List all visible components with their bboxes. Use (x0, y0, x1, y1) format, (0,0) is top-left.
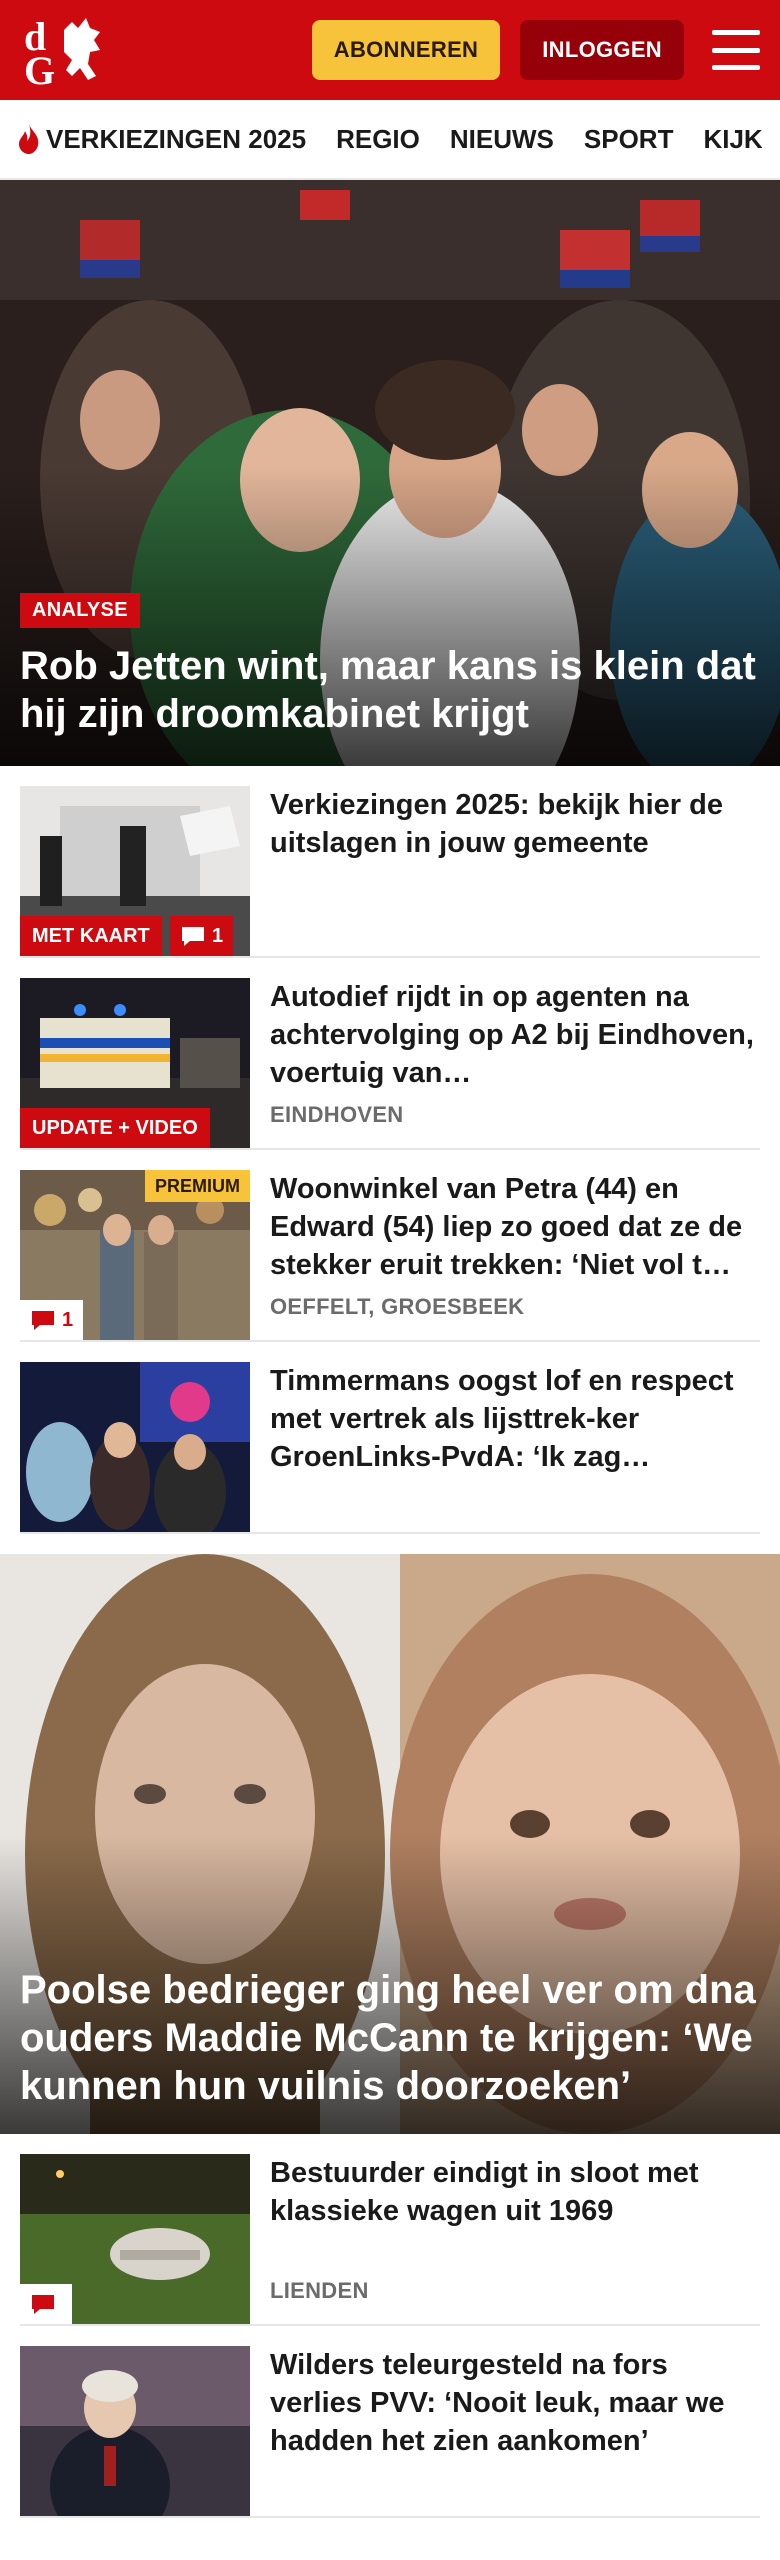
comment-icon (182, 927, 204, 946)
premium-badge: PREMIUM (145, 1170, 250, 1202)
comment-count-badge: 1 (170, 916, 234, 956)
article-title[interactable]: Woonwinkel van Petra (44) en Edward (54)… (270, 1170, 760, 1284)
article-location: LIENDEN (270, 2278, 369, 2303)
article-location: EINDHOVEN (270, 1102, 404, 1127)
update-video-badge: UPDATE + VIDEO (20, 1108, 210, 1148)
nav-item-verkiezingen[interactable]: VERKIEZINGEN 2025 (16, 123, 306, 155)
article-title[interactable]: Wilders teleurgesteld na fors verlies PV… (270, 2346, 760, 2460)
article-title[interactable]: Timmermans oogst lof en respect met vert… (270, 1362, 760, 1476)
article-title[interactable]: Verkiezingen 2025: bekijk hier de uitsla… (270, 786, 760, 862)
flame-icon (16, 123, 42, 155)
list-item[interactable]: Timmermans oogst lof en respect met vert… (20, 1342, 760, 1534)
article-list: MET KAART 1 Verkiezingen 2025: bekijk hi… (0, 766, 780, 1534)
main-nav: VERKIEZINGEN 2025 REGIO NIEUWS SPORT KIJ… (0, 100, 780, 180)
list-item[interactable]: PREMIUM 1 Woonwinkel van Petra (44) en E… (20, 1150, 760, 1342)
nav-item-kijk[interactable]: KIJK (703, 124, 762, 155)
comment-count: 1 (212, 924, 224, 947)
article-thumbnail (20, 2346, 250, 2516)
svg-text:G: G (24, 48, 55, 90)
article-title[interactable]: Bestuurder eindigt in sloot met klassiek… (270, 2154, 760, 2230)
analyse-label: ANALYSE (20, 593, 140, 628)
nav-item-nieuws[interactable]: NIEUWS (450, 124, 554, 155)
nav-item-label: VERKIEZINGEN 2025 (46, 123, 307, 154)
nav-item-regio[interactable]: REGIO (336, 124, 420, 155)
article-thumbnail: MET KAART 1 (20, 786, 250, 956)
list-item[interactable]: UPDATE + VIDEO Autodief rijdt in op agen… (20, 958, 760, 1150)
nav-item-sport[interactable]: SPORT (584, 124, 674, 155)
article-thumbnail: PREMIUM 1 (20, 1170, 250, 1340)
list-item[interactable]: Wilders teleurgesteld na fors verlies PV… (20, 2326, 760, 2518)
top-header: d G ABONNEREN INLOGGEN (0, 0, 780, 100)
article-list-2: Bestuurder eindigt in sloot met klassiek… (0, 2134, 780, 2518)
article-thumbnail (20, 2154, 250, 2324)
list-item[interactable]: MET KAART 1 Verkiezingen 2025: bekijk hi… (20, 766, 760, 958)
comment-count: 1 (62, 1308, 74, 1331)
article-location: OEFFELT, GROESBEEK (270, 1294, 525, 1319)
feature-article[interactable]: Poolse bedrieger ging heel ver om dna ou… (0, 1554, 780, 2134)
comment-icon (32, 2295, 54, 2314)
hero-title[interactable]: Rob Jetten wint, maar kans is klein dat … (20, 642, 760, 738)
met-kaart-badge: MET KAART (20, 916, 162, 956)
feature-title[interactable]: Poolse bedrieger ging heel ver om dna ou… (20, 1966, 760, 2110)
article-title[interactable]: Autodief rijdt in op agenten na achtervo… (270, 978, 760, 1092)
comment-count-badge: 1 (20, 1300, 84, 1340)
comment-icon (32, 1311, 54, 1330)
menu-icon[interactable] (712, 30, 760, 70)
article-thumbnail (20, 1362, 250, 1532)
login-button[interactable]: INLOGGEN (520, 20, 684, 80)
subscribe-button[interactable]: ABONNEREN (311, 20, 501, 80)
hero-article[interactable]: ANALYSE Rob Jetten wint, maar kans is kl… (0, 180, 780, 766)
list-item[interactable]: Bestuurder eindigt in sloot met klassiek… (20, 2134, 760, 2326)
article-thumbnail: UPDATE + VIDEO (20, 978, 250, 1148)
comment-badge (20, 2284, 72, 2324)
site-logo[interactable]: d G (20, 10, 116, 90)
